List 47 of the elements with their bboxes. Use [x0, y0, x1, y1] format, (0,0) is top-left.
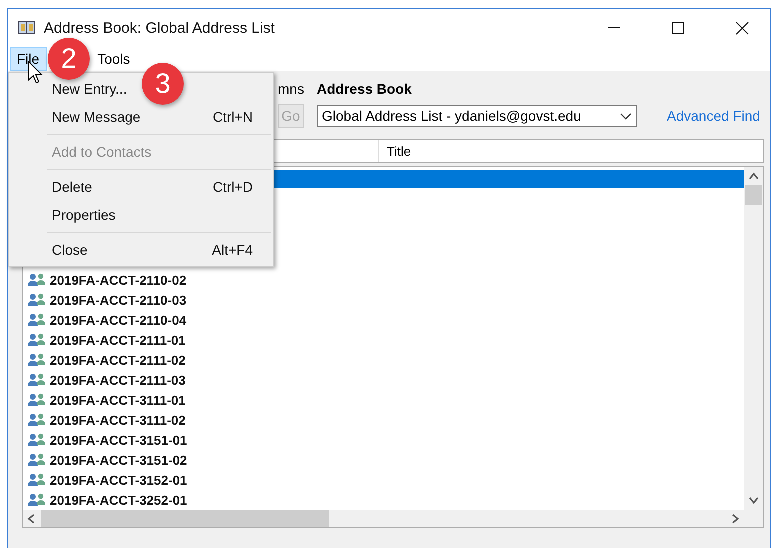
list-item[interactable]: 2019FA-ACCT-2111-03 [50, 372, 186, 388]
list-item[interactable]: 2019FA-ACCT-3252-01 [50, 492, 188, 508]
menu-item[interactable]: File [10, 47, 47, 71]
chevron-down-icon [620, 112, 632, 120]
group-icon [27, 373, 47, 387]
group-icon [27, 413, 47, 427]
shortcut-label: Alt+F4 [212, 242, 253, 258]
group-icon [27, 313, 47, 327]
group-icon [27, 393, 47, 407]
list-item[interactable]: 2019FA-ACCT-3152-01 [50, 472, 188, 488]
shortcut-label: Ctrl+N [212, 109, 253, 125]
list-item[interactable]: 2019FA-ACCT-3111-02 [50, 412, 186, 428]
book-icon [18, 21, 36, 35]
group-icon [27, 433, 47, 447]
list-item[interactable]: 2019FA-ACCT-2111-02 [50, 352, 186, 368]
list-item[interactable]: 2019FA-ACCT-3151-01 [50, 432, 188, 448]
list-item[interactable]: 2019FA-ACCT-2110-02 [50, 272, 187, 288]
menu-item[interactable]: Tools [90, 47, 138, 71]
address-book-dropdown[interactable]: Global Address List - ydaniels@govst.edu [317, 105, 637, 127]
maximize-icon[interactable] [672, 22, 684, 34]
advanced-find-link[interactable]: Advanced Find [667, 108, 770, 124]
scrollbar-thumb[interactable] [41, 510, 329, 527]
group-icon [27, 473, 47, 487]
menu-item[interactable]: Properties [52, 207, 116, 223]
group-icon [27, 353, 47, 367]
list-item[interactable]: 2019FA-ACCT-2110-03 [50, 292, 187, 308]
list-item[interactable]: 2019FA-ACCT-3111-01 [50, 392, 186, 408]
list-item[interactable]: 2019FA-ACCT-2111-01 [50, 332, 186, 348]
list-item[interactable]: 2019FA-ACCT-3151-02 [50, 452, 188, 468]
list-item[interactable]: 2019FA-ACCT-2110-04 [50, 312, 187, 328]
group-icon [27, 293, 47, 307]
menu-item[interactable]: Close [52, 242, 88, 258]
group-icon [27, 333, 47, 347]
group-icon [27, 453, 47, 467]
close-icon[interactable] [736, 22, 748, 34]
column-header[interactable]: Title [379, 140, 420, 162]
menu-item[interactable]: Delete [52, 179, 92, 195]
group-icon [27, 273, 47, 287]
group-icon [27, 493, 47, 507]
minimize-icon[interactable] [608, 27, 620, 29]
address-book-label: Address Book [317, 81, 413, 97]
menu-item[interactable]: New Message [52, 109, 141, 125]
scrollbar-thumb[interactable] [745, 185, 762, 205]
menu-item[interactable]: New Entry... [52, 81, 128, 97]
columns-label: mns [278, 81, 306, 97]
window-title: Address Book: Global Address List [44, 20, 276, 36]
shortcut-label: Ctrl+D [212, 179, 253, 195]
